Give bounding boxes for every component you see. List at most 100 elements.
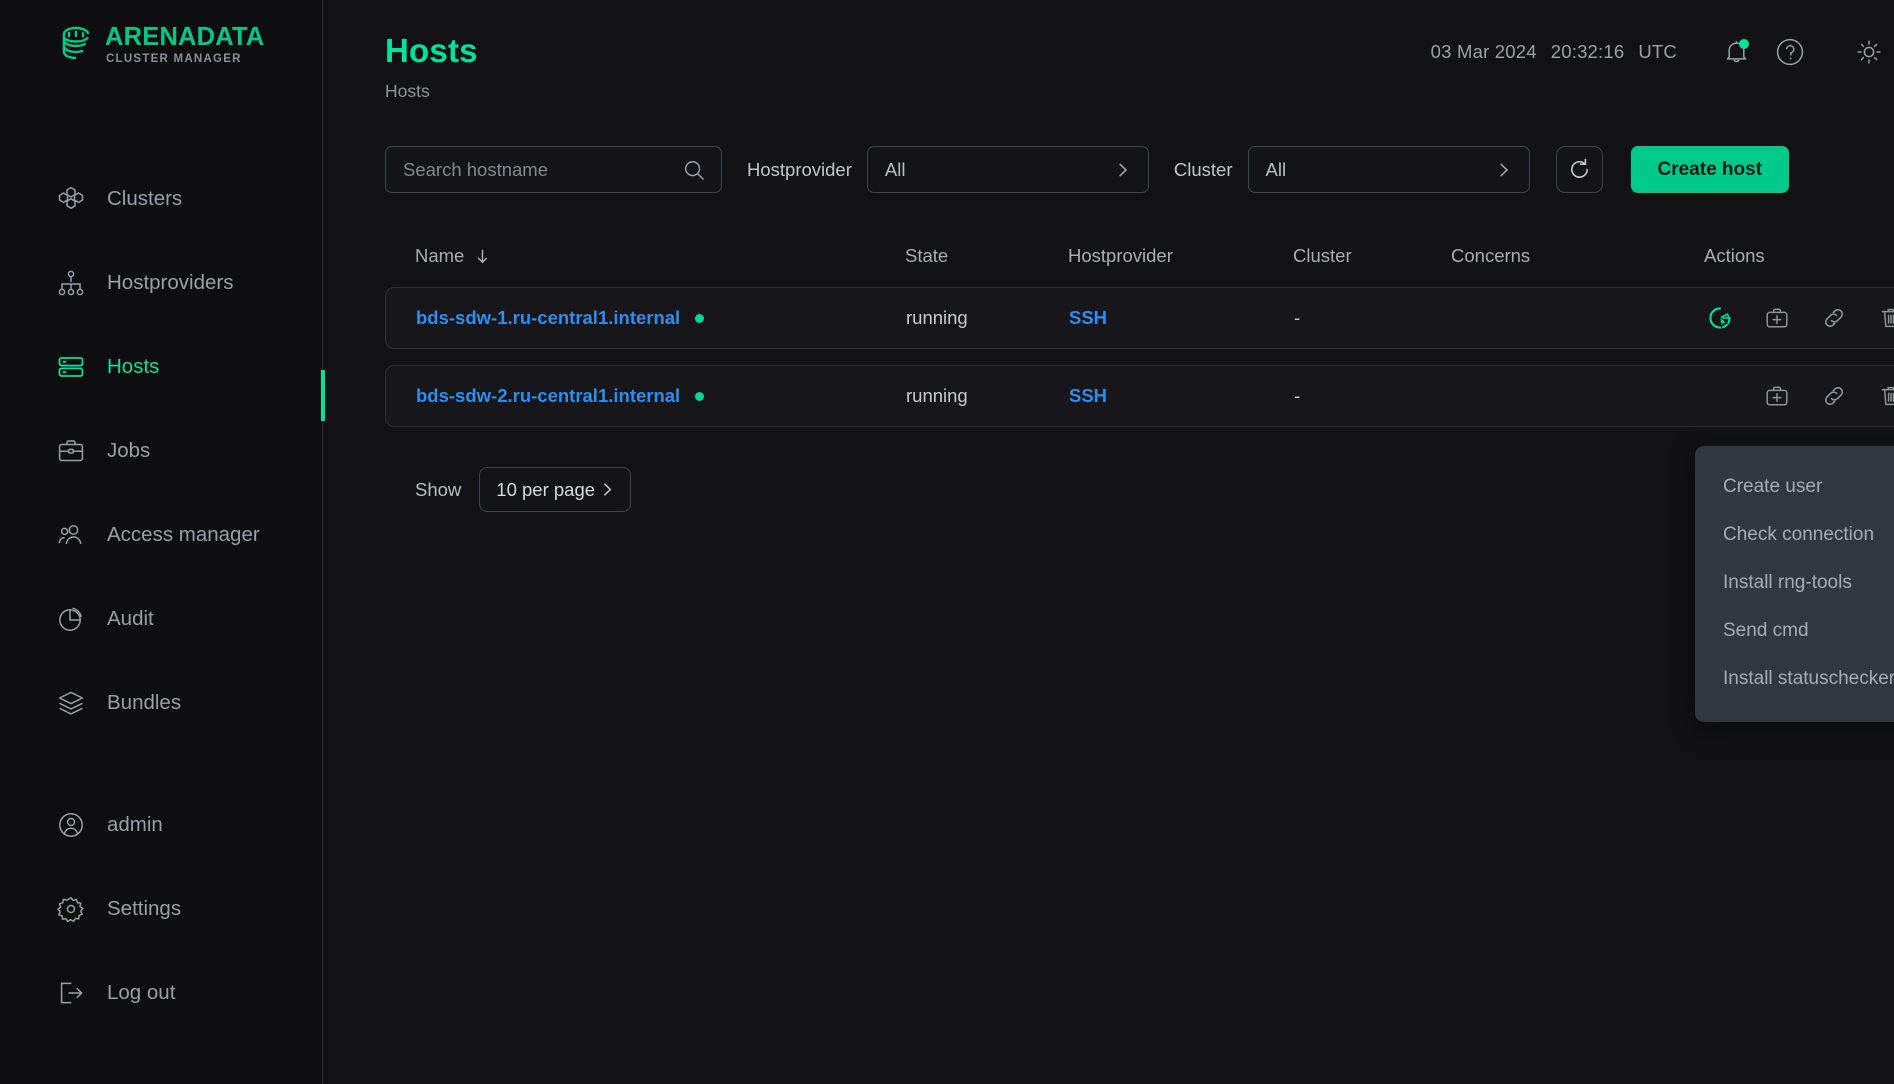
sidebar-item-access-manager[interactable]: Access manager <box>0 509 322 561</box>
hostprovider-link[interactable]: SSH <box>1069 307 1107 328</box>
sidebar-item-audit[interactable]: Audit <box>0 593 322 645</box>
column-header-state: State <box>905 245 1068 267</box>
help-button[interactable] <box>1769 31 1811 73</box>
search-icon <box>683 159 705 181</box>
sidebar-item-label: Access manager <box>107 523 260 547</box>
refresh-button[interactable] <box>1556 146 1603 193</box>
maintenance-mode-icon[interactable] <box>1705 303 1735 333</box>
host-cluster-cell: - <box>1294 385 1452 407</box>
host-hostprovider-cell: SSH <box>1069 385 1294 407</box>
column-header-actions: Actions <box>1704 245 1894 267</box>
page-title: Hosts <box>385 32 478 70</box>
table-row[interactable]: bds-sdw-1.ru-central1.internal running S… <box>385 287 1894 349</box>
arrow-down-icon <box>474 248 491 265</box>
per-page-value: 10 per page <box>496 479 595 501</box>
database-stack-icon <box>60 25 102 65</box>
column-header-hostprovider: Hostprovider <box>1068 245 1293 267</box>
access-manager-users-icon <box>56 520 86 550</box>
hostprovider-select[interactable]: All <box>867 146 1149 193</box>
context-menu-item-check-connection[interactable]: Check connection <box>1695 511 1894 559</box>
cluster-select-value: All <box>1266 159 1287 181</box>
page-size-block: Show 10 per page <box>415 467 631 512</box>
host-cluster-cell: - <box>1294 307 1452 329</box>
host-actions-cell <box>1705 303 1894 333</box>
chevron-right-icon <box>1113 160 1133 180</box>
host-name-cell: bds-sdw-1.ru-central1.internal <box>416 307 906 329</box>
notifications-button[interactable] <box>1715 31 1757 73</box>
active-nav-indicator <box>321 370 325 421</box>
hostprovider-filter-label: Hostprovider <box>747 159 852 181</box>
host-state-cell: running <box>906 385 1069 407</box>
hosts-table: Name State Hostprovider Cluster Concerns… <box>0 225 1894 427</box>
top-bar-right: 03 Mar 2024 20:32:16 UTC <box>1431 0 1894 73</box>
per-page-select[interactable]: 10 per page <box>479 467 631 512</box>
hostprovider-link[interactable]: SSH <box>1069 385 1107 406</box>
chevron-right-icon <box>1494 160 1514 180</box>
context-menu-item-install-statuschecker[interactable]: Install statuschecker <box>1695 655 1894 703</box>
question-circle-icon <box>1774 36 1806 68</box>
add-to-cluster-icon[interactable] <box>1762 303 1792 333</box>
sidebar-item-label: Log out <box>107 981 175 1005</box>
show-label: Show <box>415 479 461 501</box>
delete-icon[interactable] <box>1876 381 1894 411</box>
sidebar-item-bundles[interactable]: Bundles <box>0 677 322 729</box>
sidebar-item-settings[interactable]: Settings <box>0 883 322 935</box>
hostprovider-select-value: All <box>885 159 906 181</box>
host-name-cell: bds-sdw-2.ru-central1.internal <box>416 385 906 407</box>
create-host-button[interactable]: Create host <box>1631 146 1790 193</box>
host-state-cell: running <box>906 307 1069 329</box>
user-circle-icon <box>56 810 86 840</box>
bundles-layers-icon <box>56 688 86 718</box>
refresh-icon <box>1567 157 1592 182</box>
sidebar-item-label: Settings <box>107 897 181 921</box>
sidebar-divider-space <box>0 761 322 799</box>
context-menu-item-send-cmd[interactable]: Send cmd <box>1695 607 1894 655</box>
theme-toggle[interactable] <box>1847 30 1894 73</box>
host-actions-context-menu: Create user Check connection Install rng… <box>1695 446 1894 722</box>
filter-bar: Hostprovider All Cluster All <box>0 104 1894 193</box>
link-icon[interactable] <box>1819 381 1849 411</box>
timezone-text: UTC <box>1638 41 1677 63</box>
app-root: ARENADATA CLUSTER MANAGER Clusters <box>0 0 1894 1084</box>
host-link[interactable]: bds-sdw-1.ru-central1.internal <box>416 307 680 329</box>
host-actions-cell <box>1705 381 1894 411</box>
cluster-select[interactable]: All <box>1248 146 1530 193</box>
table-header-row: Name State Hostprovider Cluster Concerns… <box>385 225 1894 287</box>
sidebar-item-admin[interactable]: admin <box>0 799 322 851</box>
column-header-name[interactable]: Name <box>415 245 905 267</box>
context-menu-item-install-rng-tools[interactable]: Install rng-tools <box>1695 559 1894 607</box>
link-icon[interactable] <box>1819 303 1849 333</box>
search-input[interactable] <box>403 159 671 181</box>
datetime-display: 03 Mar 2024 20:32:16 UTC <box>1431 41 1677 63</box>
delete-icon[interactable] <box>1876 303 1894 333</box>
context-menu-item-create-user[interactable]: Create user <box>1695 463 1894 511</box>
chevron-right-icon <box>598 480 617 499</box>
brand-subtitle: CLUSTER MANAGER <box>106 54 265 66</box>
theme-light-button[interactable] <box>1847 30 1890 73</box>
column-header-cluster: Cluster <box>1293 245 1451 267</box>
host-status-dot <box>695 314 704 323</box>
sidebar-item-label: Audit <box>107 607 154 631</box>
top-bar: Hosts Hosts 03 Mar 2024 20:32:16 UTC <box>323 0 1894 104</box>
search-hostname-field[interactable] <box>385 146 722 193</box>
column-header-concerns: Concerns <box>1451 245 1704 267</box>
title-block: Hosts Hosts <box>385 0 478 102</box>
host-hostprovider-cell: SSH <box>1069 307 1294 329</box>
column-header-name-label: Name <box>415 245 464 267</box>
host-status-dot <box>695 392 704 401</box>
sidebar-item-label: admin <box>107 813 163 837</box>
time-text: 20:32:16 <box>1551 41 1625 63</box>
main-content: Hosts Hosts 03 Mar 2024 20:32:16 UTC <box>323 0 1894 1084</box>
pagination-bar: Show 10 per page 1 <box>0 443 1894 512</box>
host-link[interactable]: bds-sdw-2.ru-central1.internal <box>416 385 680 407</box>
sidebar-item-label: Bundles <box>107 691 181 715</box>
audit-piechart-icon <box>56 604 86 634</box>
date-text: 03 Mar 2024 <box>1431 41 1537 63</box>
sun-icon <box>1856 39 1882 65</box>
breadcrumb: Hosts <box>385 81 478 102</box>
brand-logo[interactable]: ARENADATA CLUSTER MANAGER <box>0 0 322 65</box>
table-row[interactable]: bds-sdw-2.ru-central1.internal running S… <box>385 365 1894 427</box>
sidebar-item-log-out[interactable]: Log out <box>0 967 322 1019</box>
add-to-cluster-icon[interactable] <box>1762 381 1792 411</box>
brand-title: ARENADATA <box>105 25 265 51</box>
